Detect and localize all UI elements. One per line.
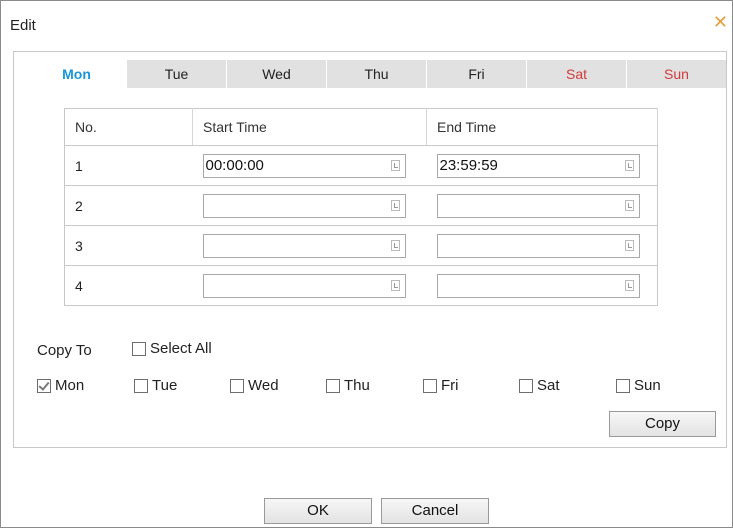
checkbox-box[interactable] <box>616 378 630 393</box>
select-all-label: Select All <box>150 340 212 357</box>
copy-fri-label: Fri <box>441 377 459 394</box>
row-number: 4 <box>64 265 193 306</box>
table-row: 2 <box>64 185 658 226</box>
start-time-input[interactable]: 00:00:00 <box>202 153 406 178</box>
end-cell <box>426 225 658 266</box>
tab-wed[interactable]: Wed <box>227 60 326 88</box>
select-all-checkbox[interactable]: Select All <box>132 340 212 357</box>
copy-thu-label: Thu <box>344 377 370 394</box>
table-row: 1 00:00:00 23:59:59 <box>64 145 658 186</box>
copy-sun-checkbox[interactable]: Sun <box>616 377 661 394</box>
copy-wed-checkbox[interactable]: Wed <box>230 377 279 394</box>
checkbox-box[interactable] <box>230 378 244 393</box>
checkmark-icon[interactable] <box>37 378 51 393</box>
dialog-title: Edit <box>10 17 36 34</box>
ok-button[interactable]: OK <box>264 498 372 524</box>
end-cell <box>426 185 658 226</box>
copy-mon-checkbox[interactable]: Mon <box>37 377 84 394</box>
start-time-input[interactable] <box>202 233 406 258</box>
copy-mon-label: Mon <box>55 377 85 394</box>
copy-fri-checkbox[interactable]: Fri <box>423 377 459 394</box>
copy-sat-label: Sat <box>537 377 560 394</box>
clock-icon[interactable] <box>624 279 634 291</box>
clock-icon[interactable] <box>390 159 400 171</box>
header-end-time: End Time <box>426 108 658 146</box>
schedule-panel: Mon Tue Wed Thu Fri Sat Sun No. Start Ti… <box>13 51 727 448</box>
tab-fri[interactable]: Fri <box>427 60 526 88</box>
table-header: No. Start Time End Time <box>64 108 658 146</box>
close-icon[interactable]: ✕ <box>713 12 728 32</box>
clock-icon[interactable] <box>624 239 634 251</box>
copy-tue-checkbox[interactable]: Tue <box>134 377 177 394</box>
clock-icon[interactable] <box>624 159 634 171</box>
end-time-value: 23:59:59 <box>439 156 498 174</box>
copy-tue-label: Tue <box>152 377 178 394</box>
checkbox-box[interactable] <box>134 378 148 393</box>
row-number: 2 <box>64 185 193 226</box>
copy-wed-label: Wed <box>248 377 279 394</box>
table-row: 4 <box>64 265 658 306</box>
checkbox-box[interactable] <box>326 378 340 393</box>
end-time-input[interactable] <box>436 193 640 218</box>
checkbox-box[interactable] <box>423 378 437 393</box>
tab-mon[interactable]: Mon <box>27 60 126 88</box>
end-cell: 23:59:59 <box>426 145 658 186</box>
start-cell <box>192 185 427 226</box>
end-cell <box>426 265 658 306</box>
row-number: 3 <box>64 225 193 266</box>
table-row: 3 <box>64 225 658 266</box>
start-time-value: 00:00:00 <box>205 156 264 174</box>
cancel-button[interactable]: Cancel <box>381 498 489 524</box>
end-time-input[interactable]: 23:59:59 <box>436 153 640 178</box>
copy-to-label: Copy To <box>37 342 92 359</box>
copy-sat-checkbox[interactable]: Sat <box>519 377 560 394</box>
day-tabs: Mon Tue Wed Thu Fri Sat Sun <box>27 60 727 88</box>
start-cell: 00:00:00 <box>192 145 427 186</box>
checkbox-box[interactable] <box>519 378 533 393</box>
start-time-input[interactable] <box>202 273 406 298</box>
clock-icon[interactable] <box>624 199 634 211</box>
start-cell <box>192 225 427 266</box>
tab-sat[interactable]: Sat <box>527 60 626 88</box>
tab-tue[interactable]: Tue <box>127 60 226 88</box>
end-time-input[interactable] <box>436 233 640 258</box>
copy-sun-label: Sun <box>634 377 661 394</box>
edit-dialog: Edit ✕ Mon Tue Wed Thu Fri Sat Sun No. S… <box>0 0 733 528</box>
row-number: 1 <box>64 145 193 186</box>
copy-thu-checkbox[interactable]: Thu <box>326 377 370 394</box>
start-time-input[interactable] <box>202 193 406 218</box>
header-start-time: Start Time <box>192 108 427 146</box>
clock-icon[interactable] <box>390 279 400 291</box>
clock-icon[interactable] <box>390 239 400 251</box>
tab-thu[interactable]: Thu <box>327 60 426 88</box>
copy-button[interactable]: Copy <box>609 411 716 437</box>
start-cell <box>192 265 427 306</box>
checkbox-box[interactable] <box>132 341 146 356</box>
header-no: No. <box>64 108 193 146</box>
time-table: No. Start Time End Time 1 00:00:00 23:59… <box>64 108 658 306</box>
clock-icon[interactable] <box>390 199 400 211</box>
tab-sun[interactable]: Sun <box>627 60 726 88</box>
end-time-input[interactable] <box>436 273 640 298</box>
